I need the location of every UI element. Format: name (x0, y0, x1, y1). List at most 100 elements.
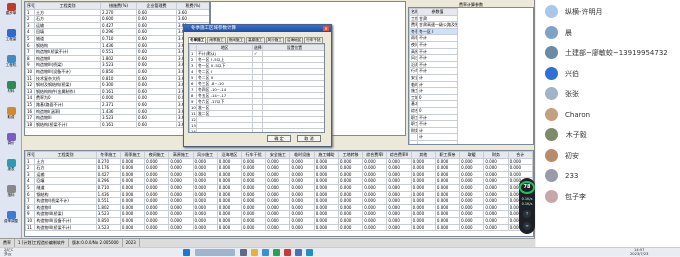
table-cell[interactable]: 0.000 (386, 157, 412, 166)
table-cell[interactable]: 0.000 (386, 223, 412, 232)
table-cell[interactable]: 0.000 (507, 164, 533, 172)
select-checkbox[interactable] (252, 128, 263, 132)
toolbar-button[interactable]: 指标 (2, 185, 20, 201)
table-cell[interactable]: 0.270 (95, 157, 121, 166)
table-cell[interactable]: 0.000 (386, 183, 412, 192)
table-cell[interactable]: 0.551 (95, 197, 121, 205)
table-cell[interactable]: 钢结构 (34, 41, 101, 50)
table-cell[interactable]: 0.000 (289, 183, 315, 192)
table-cell[interactable]: 0.000 (434, 157, 461, 166)
table-cell[interactable]: 费率为0 (34, 94, 101, 102)
table-cell[interactable]: 运输 (34, 21, 101, 30)
table-cell[interactable]: 4 (25, 28, 35, 36)
table-cell[interactable]: 0.000 (337, 183, 364, 192)
table-cell[interactable]: 0.000 (192, 197, 218, 205)
column-header[interactable]: 税费(%) (176, 2, 209, 10)
table-cell[interactable]: 0.000 (192, 183, 218, 192)
table-cell[interactable]: 0.161 (100, 120, 137, 129)
table-cell[interactable]: 0.000 (265, 183, 291, 192)
viewer-item[interactable]: 包子李 (545, 189, 680, 204)
table-cell[interactable]: 12 (25, 81, 35, 89)
table-cell[interactable]: 3.523 (95, 223, 121, 232)
table-cell[interactable]: 2 (25, 15, 35, 23)
table-cell[interactable]: 0.000 (119, 157, 146, 166)
column-header[interactable]: 雨季施工 (119, 151, 146, 159)
table-row[interactable]: 施工辅助计 (409, 87, 534, 95)
table-cell[interactable]: 0.60 (136, 34, 177, 43)
table-cell[interactable]: 1.802 (100, 54, 137, 63)
table-row[interactable]: 14费率为00.0000.000.00 (25, 94, 209, 102)
table-row[interactable]: 17构造物III3.5230.603.60 (25, 114, 209, 122)
viewer-item[interactable]: 兴伯 (545, 66, 680, 81)
table-cell[interactable]: 1.436 (100, 107, 137, 116)
table-cell[interactable]: 0.000 (483, 203, 509, 212)
table-cell[interactable]: 0.000 (168, 203, 194, 212)
table-cell[interactable]: 0.000 (289, 223, 315, 232)
table-row[interactable]: 雨季施工不计 (409, 34, 534, 42)
table-cell[interactable]: 职工探亲 (409, 113, 418, 122)
table-row[interactable]: 18钢结构(桥梁不计)0.1610.603.60 (25, 120, 209, 129)
table-cell[interactable]: 0.000 (216, 216, 243, 225)
table-cell[interactable]: 0.000 (459, 177, 485, 185)
table-cell[interactable]: 9 (25, 210, 36, 218)
table-row[interactable]: 基本费用 (409, 100, 534, 108)
table-cell[interactable]: 0.000 (313, 203, 339, 212)
table-cell[interactable]: 0.000 (313, 197, 339, 205)
table-row[interactable]: 工程所在地甘肃 (409, 14, 534, 23)
table-cell[interactable]: 0.427 (95, 170, 121, 179)
table-row[interactable]: 3运输0.4270.603.60 (25, 21, 209, 30)
table-cell[interactable]: 7 (25, 197, 36, 205)
table-cell[interactable]: 0.000 (337, 164, 364, 172)
table-cell[interactable]: 0.000 (483, 223, 509, 232)
table-cell[interactable]: 0.000 (434, 203, 461, 212)
table-cell[interactable]: 0.000 (337, 210, 364, 218)
table-row[interactable]: 3 运输 0.427 0.000 0.000 0.000 0.000 0.000 0.000 0.… (25, 170, 533, 179)
table-cell[interactable]: 0.60 (136, 74, 177, 83)
table-cell[interactable]: 0.000 (362, 210, 388, 218)
table-cell[interactable]: 0.000 (483, 157, 509, 166)
table-row[interactable]: 13钢结构构件(金属制作)0.1610.603.60 (25, 87, 209, 96)
table-cell[interactable]: 0.000 (507, 170, 533, 179)
table-cell[interactable]: 0.000 (192, 157, 218, 166)
table-cell[interactable]: 0.000 (119, 177, 146, 185)
table-cell[interactable]: 隧道 (34, 34, 101, 43)
table-cell[interactable]: 3.523 (100, 114, 137, 122)
table-cell[interactable]: 0.000 (362, 203, 388, 212)
table-cell[interactable]: 构造物III(设备不计) (34, 67, 101, 76)
table-cell[interactable]: 土方 (34, 157, 97, 166)
table-cell[interactable]: 6 (25, 41, 35, 50)
task-view-icon[interactable] (240, 249, 247, 256)
table-cell[interactable]: 沿海地区 (409, 60, 418, 69)
gauge-menu-icon[interactable]: ≡ (523, 222, 531, 230)
table-cell[interactable]: 0.000 (459, 164, 485, 172)
table-cell[interactable]: 费率标准 (409, 21, 418, 29)
table-cell[interactable]: 0.000 (289, 164, 315, 172)
table-cell[interactable]: 临时设施 (409, 80, 418, 89)
table-cell[interactable]: 0.000 (192, 170, 218, 179)
table-cell[interactable]: 3.523 (95, 210, 121, 218)
table-cell[interactable]: 计 (417, 80, 458, 89)
table-cell[interactable]: 0.000 (119, 210, 146, 218)
table-row[interactable]: 15路基(路面不计)2.3710.603.60 (25, 100, 209, 109)
column-header[interactable]: 职工探亲 (434, 151, 461, 159)
table-cell[interactable]: 0.000 (410, 190, 436, 199)
system-clock[interactable]: 14:57 2023/7/23 (630, 248, 648, 257)
table-cell[interactable]: 0.000 (144, 190, 170, 199)
table-cell[interactable]: 0.000 (168, 216, 194, 225)
table-row[interactable]: 计 (409, 133, 534, 141)
table-cell[interactable]: 18 (25, 120, 35, 129)
table-cell[interactable]: 0.000 (265, 210, 291, 218)
table-cell[interactable]: 0.000 (144, 197, 170, 205)
table-cell[interactable]: 1.436 (100, 41, 137, 50)
table-cell[interactable]: 16 (25, 107, 35, 116)
table-cell[interactable]: 0.000 (144, 210, 170, 218)
table-cell[interactable]: 0 (417, 93, 458, 102)
table-row[interactable]: 12钢材及钢结构(桥梁)0.3000.603.60 (25, 81, 209, 89)
table-cell[interactable]: 构造物II (34, 54, 101, 63)
table-cell[interactable]: 计 (417, 73, 458, 82)
table-cell[interactable]: 0.000 (265, 164, 291, 172)
table-row[interactable]: 11 构造物III(桥梁不计) 3.523 0.000 0.000 0.000 0.000 0… (25, 223, 533, 232)
table-cell[interactable]: 冬季施工 (409, 27, 418, 36)
table-cell[interactable]: 0.000 (241, 197, 267, 205)
table-row[interactable]: 高原施工不计 (409, 47, 534, 56)
